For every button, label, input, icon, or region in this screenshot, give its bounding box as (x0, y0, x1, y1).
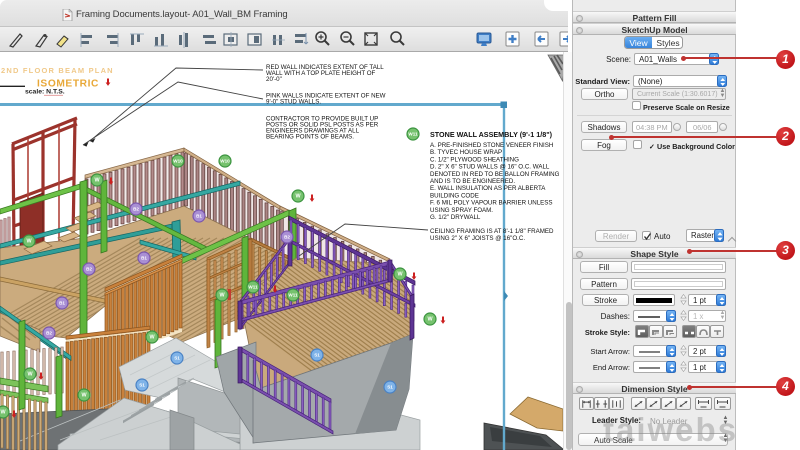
svg-text:S1: S1 (174, 356, 180, 361)
svg-text:2ND FLOOR BEAM PLAN: 2ND FLOOR BEAM PLAN (1, 66, 114, 75)
svg-text:W10: W10 (220, 159, 230, 164)
svg-text:RED WALL INDICATES EXTENT OF T: RED WALL INDICATES EXTENT OF TALLWALL WI… (266, 64, 384, 83)
svg-text:B2: B2 (284, 235, 290, 240)
svg-text:W11: W11 (248, 285, 258, 290)
svg-text:CONTRACTOR TO PROVIDE BUILT UP: CONTRACTOR TO PROVIDE BUILT UPPOSTS OR S… (266, 116, 379, 141)
svg-text:W10: W10 (173, 159, 183, 164)
svg-text:B1: B1 (59, 301, 65, 306)
svg-text:B2: B2 (133, 207, 139, 212)
svg-text:W11: W11 (408, 132, 418, 137)
svg-text:STONE WALL ASSEMBLY (9'-1 1/8": STONE WALL ASSEMBLY (9'-1 1/8") (430, 130, 553, 139)
svg-text:S1: S1 (314, 353, 320, 358)
svg-text:W11: W11 (288, 293, 298, 298)
svg-text:CEILING FRAMING IS AT 8'-1 1/8: CEILING FRAMING IS AT 8'-1 1/8" FRAMEDUS… (430, 228, 554, 242)
svg-text:B2: B2 (46, 331, 52, 336)
svg-text:S1: S1 (139, 383, 145, 388)
svg-text:B1: B1 (196, 214, 202, 219)
svg-text:scale: N.T.S.: scale: N.T.S. (25, 89, 65, 96)
svg-text:B1: B1 (141, 256, 147, 261)
svg-text:A. PRE-FINISHED STONE VENEER F: A. PRE-FINISHED STONE VENEER FINISHB. TY… (430, 142, 560, 221)
svg-text:B2: B2 (86, 267, 92, 272)
svg-text:S1: S1 (387, 385, 393, 390)
